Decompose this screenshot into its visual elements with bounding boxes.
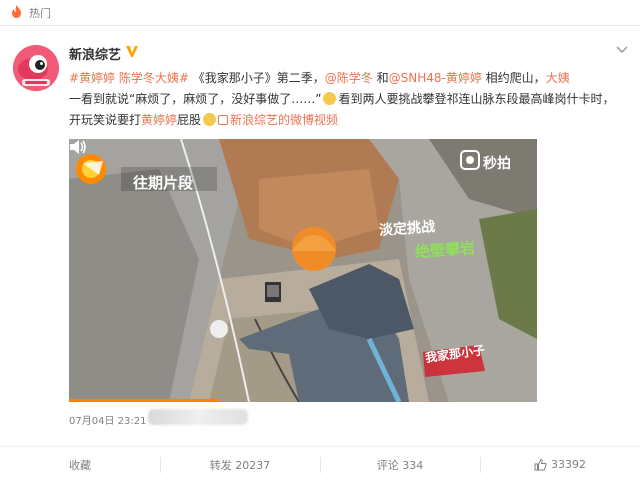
past-clip-label: 往期片段 [133, 174, 194, 192]
laughing-emoji-icon [203, 113, 217, 126]
video-link[interactable]: 新浪综艺的微博视频 [230, 113, 338, 127]
video-progress-bar[interactable] [69, 399, 219, 402]
repost-button[interactable]: 转发 20237 [160, 447, 320, 482]
action-bar: 收藏 转发 20237 评论 334 33392 [0, 446, 640, 482]
post-text-segment: 屁股 [177, 113, 202, 127]
hashtag-link[interactable]: #黄婷婷 陈学冬大姨# [69, 71, 189, 85]
post-text-segment: 相约爬山， [481, 71, 546, 85]
comment-button[interactable]: 评论 334 [320, 447, 480, 482]
thumbs-up-icon [534, 458, 547, 471]
top-bar: 热门 [0, 0, 640, 26]
keyword-link[interactable]: 大姨 [546, 71, 570, 85]
account-name[interactable]: 新浪综艺 [69, 44, 121, 63]
verified-v-icon [126, 46, 138, 57]
like-button[interactable]: 33392 [480, 447, 640, 482]
chevron-down-icon[interactable] [616, 45, 628, 55]
like-count: 33392 [551, 458, 586, 471]
repost-label: 转发 20237 [209, 458, 271, 472]
mention-link[interactable]: @SNH48-黄婷婷 [389, 71, 482, 85]
volume-icon[interactable] [69, 139, 87, 155]
keyword-link[interactable]: 黄婷婷 [141, 113, 177, 127]
avatar[interactable] [13, 45, 59, 91]
hot-tab-label[interactable]: 热门 [29, 5, 51, 21]
fire-icon [12, 5, 21, 18]
post-text-segment: 和 [372, 71, 389, 85]
weibo-post-card: 热门 新浪综艺 #黄婷婷 陈学冬大姨# 《我家那小子》第二季，@陈学冬 和@SN… [0, 0, 640, 482]
post-text-segment: 《我家那小子》第二季， [188, 71, 325, 85]
comment-label: 评论 334 [376, 458, 424, 472]
favorite-label: 收藏 [69, 458, 91, 472]
post-text-segment: 一看到就说“麻烦了，麻烦了，没好事做了……” [69, 92, 322, 106]
post-date[interactable]: 07月04日 23:21 [69, 412, 146, 427]
mention-link[interactable]: @陈学冬 [325, 71, 373, 85]
miaopai-brand: 秒拍 [483, 156, 511, 172]
post-text: #黄婷婷 陈学冬大姨# 《我家那小子》第二季，@陈学冬 和@SNH48-黄婷婷 … [69, 68, 615, 131]
blurred-source [148, 409, 248, 425]
video-caption-line1: 淡定挑战 [378, 219, 436, 239]
video-player[interactable]: 往期片段 秒拍 淡定挑战 绝壁攀岩 我家那小子 [69, 139, 537, 402]
favorite-button[interactable]: 收藏 [0, 447, 160, 482]
emoji-icon [323, 92, 337, 105]
video-caption-line2: 绝壁攀岩 [414, 238, 476, 262]
video-link-icon [218, 115, 229, 125]
